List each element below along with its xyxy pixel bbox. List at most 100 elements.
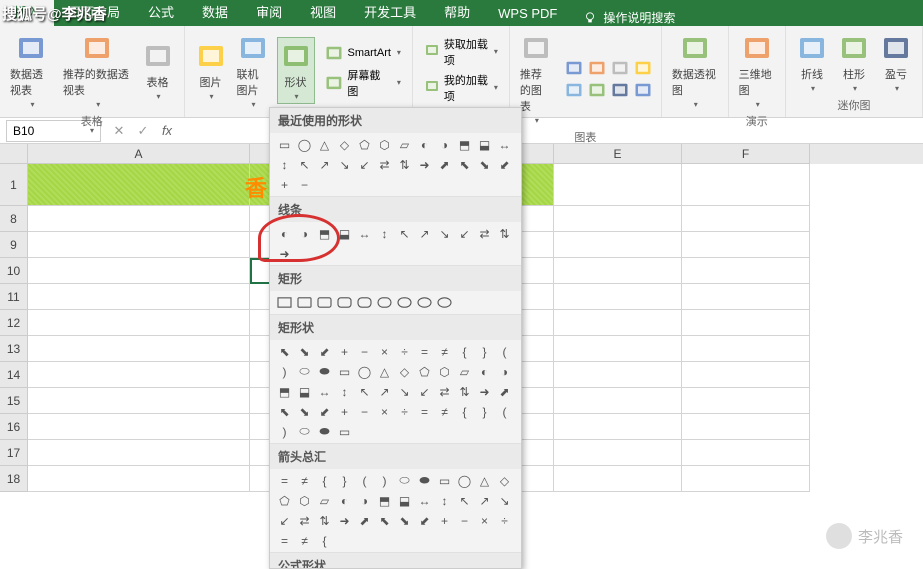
shape-item[interactable]: ≠ bbox=[296, 472, 313, 489]
row-header-1[interactable]: 1 bbox=[0, 164, 28, 206]
shape-item[interactable]: { bbox=[456, 403, 473, 420]
shape-item[interactable]: ▭ bbox=[336, 423, 353, 440]
shape-item[interactable]: ◇ bbox=[336, 136, 353, 153]
ribbon-stack-SmartArt[interactable]: SmartArt▾ bbox=[321, 42, 404, 64]
shape-item[interactable]: ⬋ bbox=[496, 156, 513, 173]
shape-item[interactable]: ⬠ bbox=[416, 363, 433, 380]
shape-item[interactable]: ≠ bbox=[436, 403, 453, 420]
shape-item[interactable]: { bbox=[316, 532, 333, 549]
chart-type-icon[interactable] bbox=[633, 80, 653, 100]
shape-item[interactable]: + bbox=[436, 512, 453, 529]
shape-item[interactable]: ⬈ bbox=[356, 512, 373, 529]
shape-item[interactable]: ⬋ bbox=[316, 343, 333, 360]
cell-E15[interactable] bbox=[554, 388, 682, 414]
shape-item[interactable]: ◐ bbox=[276, 225, 293, 242]
ribbon-btn-三维地图[interactable]: 三维地图▾ bbox=[737, 30, 777, 111]
confirm-button[interactable]: ✓ bbox=[131, 123, 155, 139]
shape-item[interactable]: △ bbox=[376, 363, 393, 380]
shape-item[interactable]: ▱ bbox=[396, 136, 413, 153]
shape-item[interactable]: ↘ bbox=[436, 225, 453, 242]
shape-item[interactable]: ↔ bbox=[316, 383, 333, 400]
row-header-18[interactable]: 18 bbox=[0, 466, 28, 492]
tab-data[interactable]: 数据 bbox=[188, 0, 242, 26]
row-header-13[interactable]: 13 bbox=[0, 336, 28, 362]
cell-E11[interactable] bbox=[554, 284, 682, 310]
tab-wps[interactable]: WPS PDF bbox=[484, 1, 571, 26]
cell-A15[interactable] bbox=[28, 388, 250, 414]
shape-item[interactable]: = bbox=[276, 532, 293, 549]
shape-item[interactable]: ⇄ bbox=[476, 225, 493, 242]
shape-item[interactable]: ≠ bbox=[296, 532, 313, 549]
row-header-14[interactable]: 14 bbox=[0, 362, 28, 388]
tab-formula[interactable]: 公式 bbox=[134, 0, 188, 26]
shape-item[interactable]: ↖ bbox=[456, 492, 473, 509]
shape-item[interactable]: ⬈ bbox=[436, 156, 453, 173]
shape-item[interactable]: ⬒ bbox=[316, 225, 333, 242]
shape-item[interactable]: ⬉ bbox=[276, 403, 293, 420]
ribbon-btn-联机图片[interactable]: 联机图片▾ bbox=[235, 30, 271, 111]
shape-item[interactable]: ⬓ bbox=[336, 225, 353, 242]
tab-dev[interactable]: 开发工具 bbox=[350, 0, 430, 26]
cell-E10[interactable] bbox=[554, 258, 682, 284]
chart-type-icon[interactable] bbox=[587, 58, 607, 78]
cell-F18[interactable] bbox=[682, 466, 810, 492]
shape-item[interactable]: ↕ bbox=[276, 156, 293, 173]
ribbon-btn-数据透视表[interactable]: 数据透视表▾ bbox=[8, 30, 55, 111]
shape-item[interactable]: ▱ bbox=[316, 492, 333, 509]
shape-item[interactable] bbox=[296, 294, 313, 311]
shape-item[interactable]: ➜ bbox=[416, 156, 433, 173]
shape-item[interactable]: ◐ bbox=[416, 136, 433, 153]
ribbon-btn-推荐的图表[interactable]: 推荐的图表▾ bbox=[518, 30, 554, 127]
shape-item[interactable]: ) bbox=[276, 363, 293, 380]
shape-item[interactable]: ◐ bbox=[476, 363, 493, 380]
shape-item[interactable]: ⬊ bbox=[396, 512, 413, 529]
cell-F17[interactable] bbox=[682, 440, 810, 466]
shape-item[interactable]: ⬠ bbox=[356, 136, 373, 153]
cell-F16[interactable] bbox=[682, 414, 810, 440]
shape-item[interactable]: × bbox=[376, 343, 393, 360]
row-header-17[interactable]: 17 bbox=[0, 440, 28, 466]
chart-type-icon[interactable] bbox=[564, 58, 584, 78]
shape-item[interactable]: ↗ bbox=[316, 156, 333, 173]
shape-item[interactable]: ▭ bbox=[336, 363, 353, 380]
cell-F13[interactable] bbox=[682, 336, 810, 362]
cell-A18[interactable] bbox=[28, 466, 250, 492]
shape-item[interactable]: ↙ bbox=[356, 156, 373, 173]
shape-item[interactable]: ◯ bbox=[456, 472, 473, 489]
cell-A14[interactable] bbox=[28, 362, 250, 388]
cell-A1[interactable] bbox=[28, 164, 250, 206]
shape-item[interactable]: + bbox=[336, 403, 353, 420]
shape-item[interactable]: } bbox=[476, 343, 493, 360]
shape-item[interactable]: ◐ bbox=[336, 492, 353, 509]
shape-item[interactable]: ↔ bbox=[356, 225, 373, 242]
shape-item[interactable]: ⬭ bbox=[296, 363, 313, 380]
shape-item[interactable]: ) bbox=[376, 472, 393, 489]
shape-item[interactable]: ▱ bbox=[456, 363, 473, 380]
shape-item[interactable]: ↖ bbox=[296, 156, 313, 173]
shape-item[interactable]: ↘ bbox=[336, 156, 353, 173]
select-all-corner[interactable] bbox=[0, 144, 28, 164]
ribbon-btn-表格[interactable]: 表格▾ bbox=[140, 38, 176, 103]
ribbon-btn-推荐的数据透视表[interactable]: 推荐的数据透视表▾ bbox=[61, 30, 134, 111]
shape-item[interactable]: ÷ bbox=[396, 343, 413, 360]
shape-item[interactable]: ( bbox=[496, 343, 513, 360]
shape-item[interactable]: ⇅ bbox=[316, 512, 333, 529]
shape-item[interactable]: △ bbox=[316, 136, 333, 153]
ribbon-btn-数据透视图[interactable]: 数据透视图▾ bbox=[670, 30, 720, 111]
cell-E14[interactable] bbox=[554, 362, 682, 388]
shape-item[interactable]: = bbox=[416, 343, 433, 360]
shape-item[interactable]: ▭ bbox=[436, 472, 453, 489]
ribbon-btn-图片[interactable]: 图片▾ bbox=[193, 38, 229, 103]
shape-item[interactable]: ⬉ bbox=[276, 343, 293, 360]
row-header-11[interactable]: 11 bbox=[0, 284, 28, 310]
ribbon-btn-形状[interactable]: 形状▾ bbox=[277, 37, 315, 104]
shape-item[interactable]: ↗ bbox=[376, 383, 393, 400]
shape-item[interactable]: ⬉ bbox=[456, 156, 473, 173]
shape-item[interactable]: ↘ bbox=[496, 492, 513, 509]
shape-item[interactable]: ◑ bbox=[356, 492, 373, 509]
shape-item[interactable]: ⬬ bbox=[316, 423, 333, 440]
chart-type-icon[interactable] bbox=[610, 58, 630, 78]
cell-F11[interactable] bbox=[682, 284, 810, 310]
ribbon-btn-折线[interactable]: 折线▾ bbox=[794, 30, 830, 95]
tell-me-search[interactable]: 操作说明搜索 bbox=[583, 9, 675, 26]
